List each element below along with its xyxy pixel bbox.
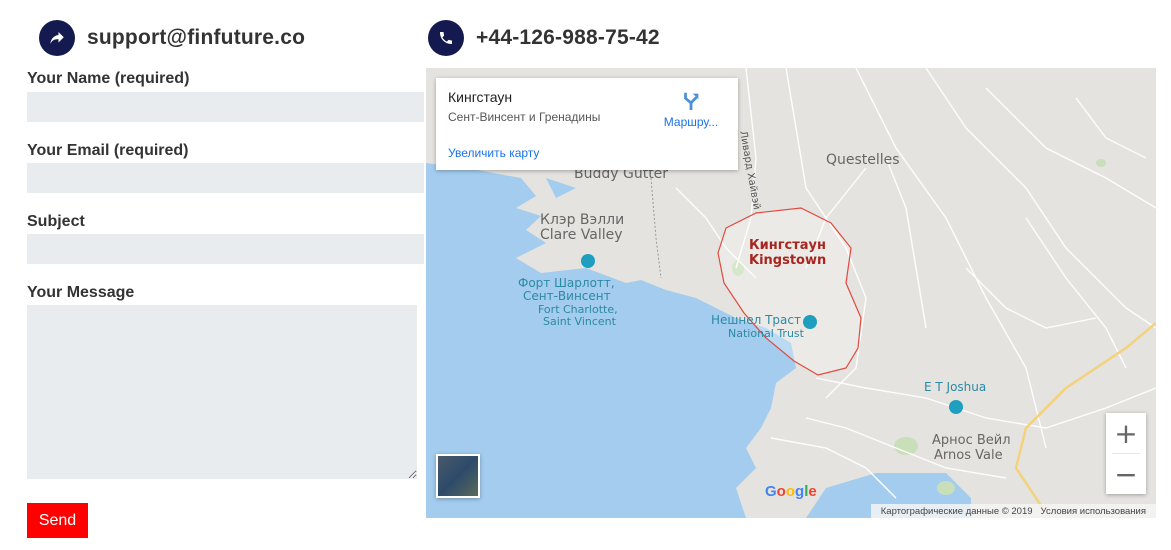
phone-icon bbox=[428, 20, 464, 56]
subject-label: Subject bbox=[27, 213, 85, 230]
map-attribution: Картографические данные © 2019 Условия и… bbox=[870, 504, 1156, 518]
terms-of-use-link[interactable]: Условия использования bbox=[1037, 506, 1150, 517]
zoom-out-button[interactable]: − bbox=[1106, 454, 1146, 494]
label-arnos-en: Arnos Vale bbox=[934, 448, 1003, 463]
google-logo-text: Google bbox=[765, 483, 817, 500]
embedded-map[interactable]: Questelles Buddy Gutter Клэр Вэлли Clare… bbox=[426, 68, 1156, 518]
share-arrow-icon bbox=[39, 20, 75, 56]
directions-label: Маршру... bbox=[663, 115, 719, 129]
label-trust-en: National Trust bbox=[728, 327, 804, 340]
label-fort-en-2: Saint Vincent bbox=[543, 315, 616, 328]
label-city-en: Kingstown bbox=[749, 253, 827, 268]
label-city-ru: Кингстаун bbox=[749, 238, 826, 253]
zoom-in-button[interactable]: + bbox=[1106, 413, 1146, 453]
message-label: Your Message bbox=[27, 284, 135, 301]
directions-button[interactable]: Маршру... bbox=[656, 88, 726, 134]
phone-text[interactable]: +44-126-988-75-42 bbox=[476, 26, 660, 50]
map-data-attribution[interactable]: Картографические данные © 2019 bbox=[877, 506, 1037, 517]
label-clare-valley: Clare Valley bbox=[540, 227, 623, 243]
label-trust-ru: Нешнел Траст bbox=[711, 313, 801, 327]
subject-input[interactable] bbox=[27, 234, 424, 264]
email-input[interactable] bbox=[27, 163, 424, 193]
name-label: Your Name (required) bbox=[27, 70, 190, 87]
email-label: Your Email (required) bbox=[27, 142, 189, 159]
enlarge-map-link[interactable]: Увеличить карту bbox=[448, 146, 539, 160]
google-logo: Google bbox=[765, 483, 817, 500]
name-input[interactable] bbox=[27, 92, 424, 122]
email-text[interactable]: support@finfuture.co bbox=[87, 26, 305, 50]
map-place-title: Кингстаун bbox=[448, 89, 513, 105]
label-et-joshua: E T Joshua bbox=[924, 380, 987, 394]
phone-contact: +44-126-988-75-42 bbox=[428, 20, 660, 56]
label-questelles: Questelles bbox=[826, 152, 900, 168]
send-button[interactable]: Send bbox=[27, 503, 88, 538]
email-contact: support@finfuture.co bbox=[39, 20, 305, 56]
zoom-controls: + − bbox=[1106, 413, 1146, 494]
map-place-subtitle: Сент-Винсент и Гренадины bbox=[448, 110, 601, 124]
directions-icon bbox=[684, 92, 699, 111]
label-arnos-ru: Арнос Вейл bbox=[932, 433, 1011, 448]
message-textarea[interactable] bbox=[27, 305, 417, 479]
label-clare-valley-ru: Клэр Вэлли bbox=[540, 212, 625, 228]
map-info-card: Кингстаун Сент-Винсент и Гренадины Увели… bbox=[436, 78, 738, 170]
label-fort-ru-2: Сент-Винсент bbox=[523, 289, 611, 303]
satellite-toggle[interactable] bbox=[436, 454, 480, 498]
